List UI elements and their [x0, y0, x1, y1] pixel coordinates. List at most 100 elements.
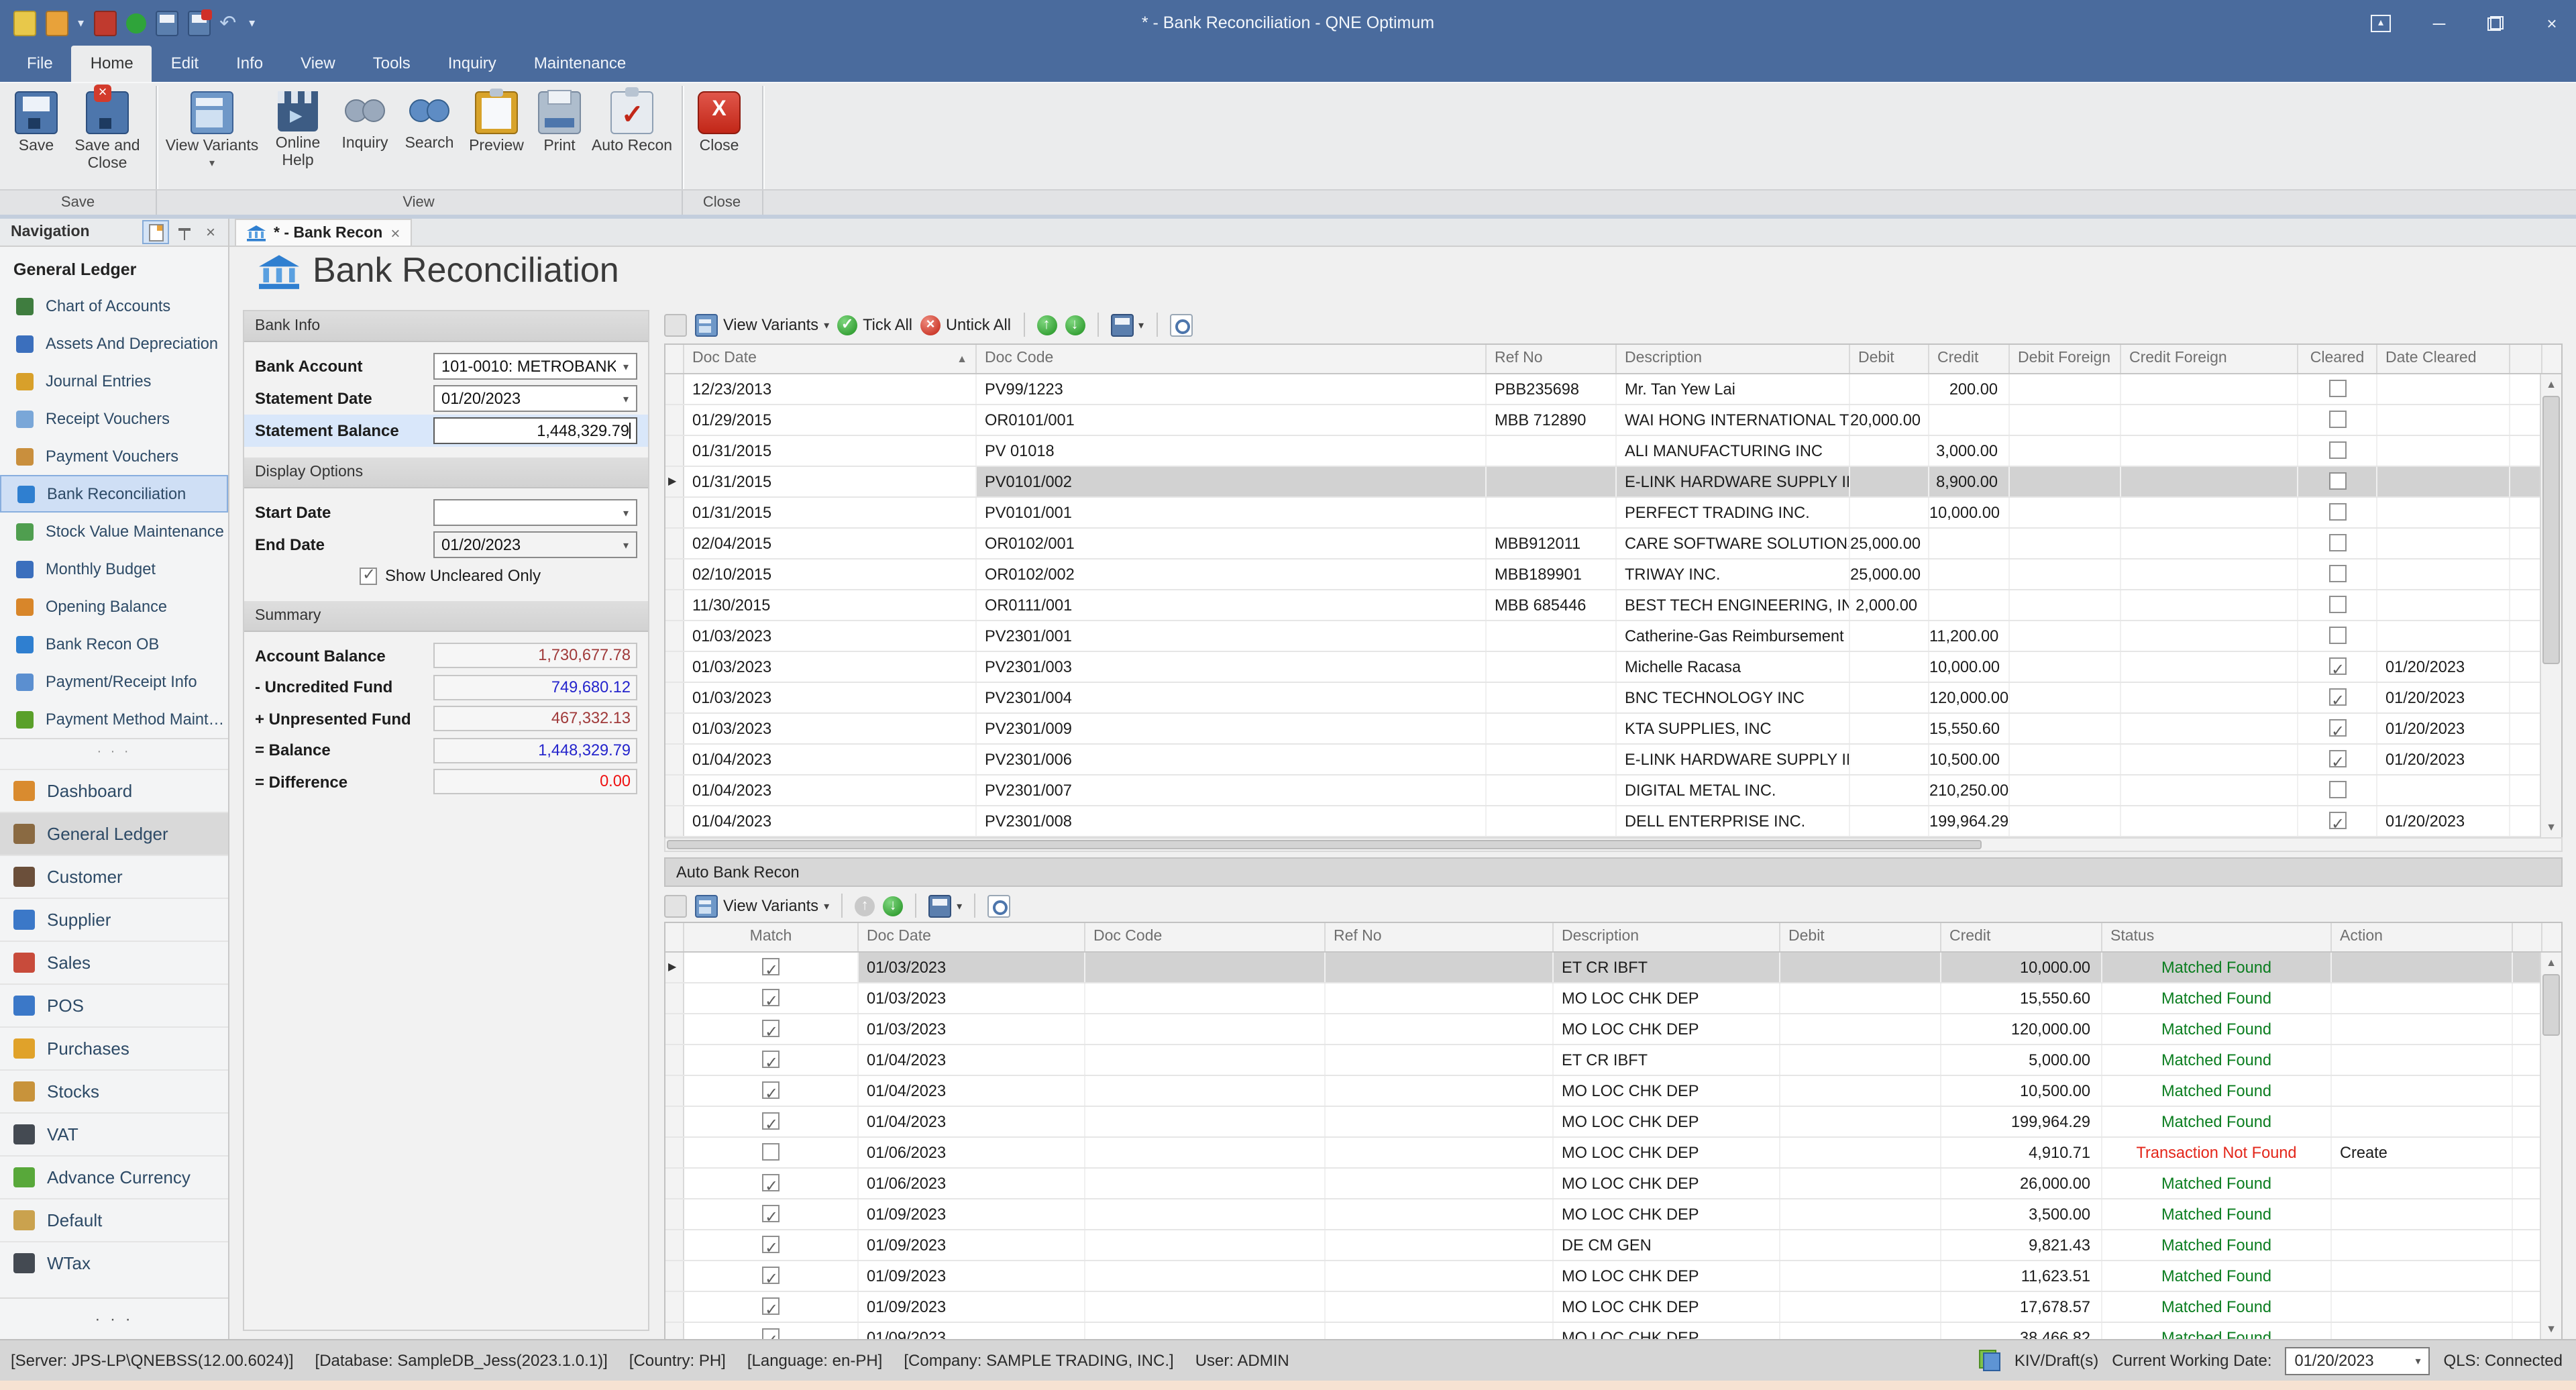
- table-row[interactable]: 01/04/2023MO LOC CHK DEP10,500.00Matched…: [665, 1076, 2561, 1107]
- cell-match[interactable]: [684, 1292, 859, 1322]
- find-icon[interactable]: [1169, 313, 1192, 336]
- cell-match[interactable]: [684, 1076, 859, 1106]
- table-row[interactable]: 12/23/2013PV99/1223PBB235698Mr. Tan Yew …: [665, 374, 2561, 405]
- cell-cleared[interactable]: [2298, 405, 2377, 435]
- table-row[interactable]: 01/04/2023MO LOC CHK DEP199,964.29Matche…: [665, 1107, 2561, 1138]
- cell-cleared[interactable]: [2298, 652, 2377, 682]
- table-row[interactable]: 01/03/2023PV2301/003Michelle Racasa10,00…: [665, 652, 2561, 683]
- checkbox-match[interactable]: [762, 1112, 780, 1130]
- sidebar-item-receipt-vouchers[interactable]: Receipt Vouchers: [0, 400, 228, 437]
- column-header-ref-no[interactable]: Ref No: [1487, 345, 1617, 373]
- print-button[interactable]: Print: [531, 83, 588, 182]
- column-header-debit[interactable]: Debit: [1780, 923, 1941, 951]
- find-icon[interactable]: [987, 894, 1010, 917]
- table-row[interactable]: 01/31/2015PV 01018ALI MANUFACTURING INC3…: [665, 436, 2561, 467]
- checkbox-match[interactable]: [762, 1143, 780, 1161]
- table-row[interactable]: 01/09/2023DE CM GEN9,821.43Matched Found: [665, 1230, 2561, 1261]
- table-row[interactable]: 01/06/2023MO LOC CHK DEP26,000.00Matched…: [665, 1169, 2561, 1199]
- column-header-action[interactable]: Action: [2332, 923, 2513, 951]
- checkbox-cleared[interactable]: [2328, 596, 2346, 613]
- menu-item-info[interactable]: Info: [217, 46, 282, 82]
- menu-item-file[interactable]: File: [8, 46, 72, 82]
- save-button[interactable]: Save: [5, 83, 67, 182]
- table-row[interactable]: 01/09/2023MO LOC CHK DEP38,466.82Matched…: [665, 1323, 2561, 1339]
- sidebar-item-monthly-budget[interactable]: Monthly Budget: [0, 550, 228, 588]
- cell-match[interactable]: [684, 1014, 859, 1044]
- cell-match[interactable]: [684, 1169, 859, 1198]
- auto-recon-button[interactable]: Auto Recon: [588, 83, 676, 182]
- nav-window-button[interactable]: [142, 220, 169, 244]
- sidebar-item-bank-recon-ob[interactable]: Bank Recon OB: [0, 625, 228, 663]
- checkbox-cleared[interactable]: [2328, 688, 2346, 706]
- cell-match[interactable]: [684, 1107, 859, 1136]
- statement-balance-input[interactable]: 1,448,329.79: [433, 417, 637, 444]
- table-row[interactable]: 01/03/2023PV2301/009KTA SUPPLIES, INC15,…: [665, 714, 2561, 745]
- column-header-status[interactable]: Status: [2102, 923, 2332, 951]
- cell-cleared[interactable]: [2298, 683, 2377, 712]
- ribbon-display-icon[interactable]: ▴: [2371, 14, 2391, 32]
- checkbox-match[interactable]: [762, 1020, 780, 1037]
- kiv-drafts-link[interactable]: KIV/Draft(s): [2015, 1351, 2098, 1370]
- column-header-match[interactable]: Match: [684, 923, 859, 951]
- statement-date-select[interactable]: 01/20/2023▾: [433, 385, 637, 412]
- checkbox-cleared[interactable]: [2328, 411, 2346, 428]
- column-header-date-cleared[interactable]: Date Cleared: [2377, 345, 2510, 373]
- cell-match[interactable]: [684, 1323, 859, 1339]
- nav-close-button[interactable]: ×: [199, 221, 223, 243]
- column-header-debit[interactable]: Debit: [1850, 345, 1929, 373]
- grid-vertical-scrollbar[interactable]: ▲ ▼: [2540, 953, 2561, 1339]
- table-row[interactable]: 01/04/2023PV2301/008DELL ENTERPRISE INC.…: [665, 806, 2561, 837]
- column-header-description[interactable]: Description: [1554, 923, 1780, 951]
- cell-cleared[interactable]: [2298, 374, 2377, 404]
- cell-match[interactable]: [684, 1261, 859, 1291]
- table-row[interactable]: 01/04/2023PV2301/007DIGITAL METAL INC.21…: [665, 776, 2561, 806]
- start-date-select[interactable]: ▾: [433, 499, 637, 526]
- sidebar-item-journal-entries[interactable]: Journal Entries: [0, 362, 228, 400]
- close-icon[interactable]: ×: [2538, 13, 2565, 33]
- column-header-blank[interactable]: [2510, 345, 2542, 373]
- table-row[interactable]: 11/30/2015OR0111/001MBB 685446BEST TECH …: [665, 590, 2561, 621]
- cell-cleared[interactable]: [2298, 621, 2377, 651]
- scrollbar-thumb[interactable]: [2542, 396, 2560, 664]
- sidebar-item-opening-balance[interactable]: Opening Balance: [0, 588, 228, 625]
- column-header-debit-foreign[interactable]: Debit Foreign: [2010, 345, 2121, 373]
- table-row[interactable]: 01/29/2015OR0101/001MBB 712890WAI HONG I…: [665, 405, 2561, 436]
- module-item-vat[interactable]: VAT: [0, 1112, 228, 1155]
- checkbox-match[interactable]: [762, 1267, 780, 1284]
- checkbox-match[interactable]: [762, 1174, 780, 1191]
- cell-cleared[interactable]: [2298, 529, 2377, 558]
- view-variants-button[interactable]: View Variants ▾: [161, 83, 263, 182]
- untick-all-button[interactable]: ×Untick All: [920, 315, 1011, 335]
- table-row[interactable]: 01/09/2023MO LOC CHK DEP17,678.57Matched…: [665, 1292, 2561, 1323]
- sidebar-item-payment-vouchers[interactable]: Payment Vouchers: [0, 437, 228, 475]
- sidebar-item-payment-method-mainte[interactable]: Payment Method Mainte...: [0, 700, 228, 738]
- cell-cleared[interactable]: [2298, 745, 2377, 774]
- checkbox-cleared[interactable]: [2328, 380, 2346, 397]
- sidebar-item-payment-receipt-info[interactable]: Payment/Receipt Info: [0, 663, 228, 700]
- column-header-doc-code[interactable]: Doc Code: [1085, 923, 1326, 951]
- tick-all-button[interactable]: ✓Tick All: [837, 315, 912, 335]
- undo-icon[interactable]: [219, 11, 239, 34]
- table-row[interactable]: 01/31/2015PV0101/002E-LINK HARDWARE SUPP…: [665, 467, 2561, 498]
- online-help-button[interactable]: Online Help: [263, 83, 333, 182]
- module-item-sales[interactable]: Sales: [0, 941, 228, 983]
- cell-cleared[interactable]: [2298, 590, 2377, 620]
- cell-cleared[interactable]: [2298, 467, 2377, 496]
- pin-note-icon[interactable]: [13, 10, 36, 36]
- checkbox-match[interactable]: [762, 1328, 780, 1339]
- column-header-blank[interactable]: [665, 345, 684, 373]
- bank-account-select[interactable]: 101-0010: METROBANK▾: [433, 353, 637, 380]
- table-row[interactable]: 01/03/2023MO LOC CHK DEP15,550.60Matched…: [665, 983, 2561, 1014]
- cell-match[interactable]: [684, 1138, 859, 1167]
- scrollbar-thumb[interactable]: [2542, 974, 2560, 1036]
- table-row[interactable]: 01/04/2023ET CR IBFT5,000.00Matched Foun…: [665, 1045, 2561, 1076]
- table-row[interactable]: 01/03/2023MO LOC CHK DEP120,000.00Matche…: [665, 1014, 2561, 1045]
- column-header-ref-no[interactable]: Ref No: [1326, 923, 1554, 951]
- table-row[interactable]: 01/04/2023PV2301/006E-LINK HARDWARE SUPP…: [665, 745, 2561, 776]
- move-down-icon[interactable]: ↓: [883, 896, 903, 916]
- view-variants-button[interactable]: View Variants▾: [695, 313, 829, 336]
- menu-item-edit[interactable]: Edit: [152, 46, 217, 82]
- scroll-up-icon[interactable]: ▲: [2541, 374, 2561, 394]
- move-up-icon[interactable]: ↑: [855, 896, 875, 916]
- restore-icon[interactable]: [2487, 15, 2504, 30]
